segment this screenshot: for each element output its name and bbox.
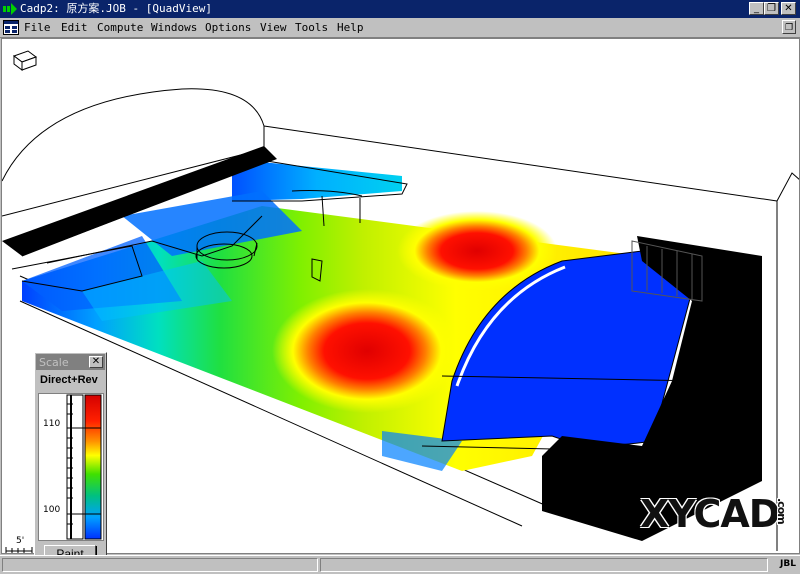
- scale-title: Scale: [39, 356, 69, 369]
- restore-button[interactable]: ❐: [764, 2, 779, 15]
- window-title: Cadp2: 原方案.JOB - [QuadView]: [20, 2, 212, 15]
- menu-file[interactable]: File: [24, 21, 51, 35]
- close-button[interactable]: ✕: [781, 2, 796, 15]
- scale-heading: Direct+Rev: [40, 374, 98, 386]
- minimize-button[interactable]: _: [749, 2, 764, 15]
- scale-window: Scale ✕ Direct+Rev 110 100 Paint: [34, 352, 107, 568]
- scale-tick-100: 100: [43, 505, 61, 515]
- brand-label: JBL: [780, 559, 796, 569]
- room-model: [2, 50, 799, 553]
- menu-compute[interactable]: Compute: [97, 21, 143, 35]
- scale-bar-label: 5': [16, 536, 25, 546]
- color-scale: 110 100: [38, 393, 104, 541]
- scale-close-button[interactable]: ✕: [89, 356, 103, 368]
- document-icon[interactable]: [3, 20, 19, 35]
- title-bar: Cadp2: 原方案.JOB - [QuadView] _ ❐ ✕: [0, 0, 800, 18]
- watermark-text: XYCAD: [640, 492, 780, 536]
- status-cell-main: [2, 558, 318, 572]
- 3d-viewport[interactable]: 5': [1, 38, 800, 554]
- scale-bar-icon: [5, 547, 33, 553]
- scale-title-bar[interactable]: Scale ✕: [36, 354, 105, 370]
- watermark-logo: XYCAD .com: [640, 492, 788, 536]
- mdi-restore-button[interactable]: ❐: [782, 20, 796, 34]
- menu-edit[interactable]: Edit: [61, 21, 88, 35]
- scale-tick-110: 110: [43, 419, 61, 429]
- menu-windows[interactable]: Windows: [151, 21, 197, 35]
- status-bar: JBL: [0, 555, 800, 574]
- view-cube-icon: [12, 50, 38, 71]
- menu-bar: File Edit Compute Windows Options View T…: [0, 18, 800, 38]
- menu-help[interactable]: Help: [337, 21, 364, 35]
- menu-tools[interactable]: Tools: [295, 21, 328, 35]
- app-arrow-icon: [3, 3, 17, 15]
- menu-view[interactable]: View: [260, 21, 287, 35]
- menu-options[interactable]: Options: [205, 21, 251, 35]
- color-scale-bar: [66, 394, 102, 540]
- watermark-suffix: .com: [775, 498, 788, 524]
- status-cell-secondary: [320, 558, 768, 572]
